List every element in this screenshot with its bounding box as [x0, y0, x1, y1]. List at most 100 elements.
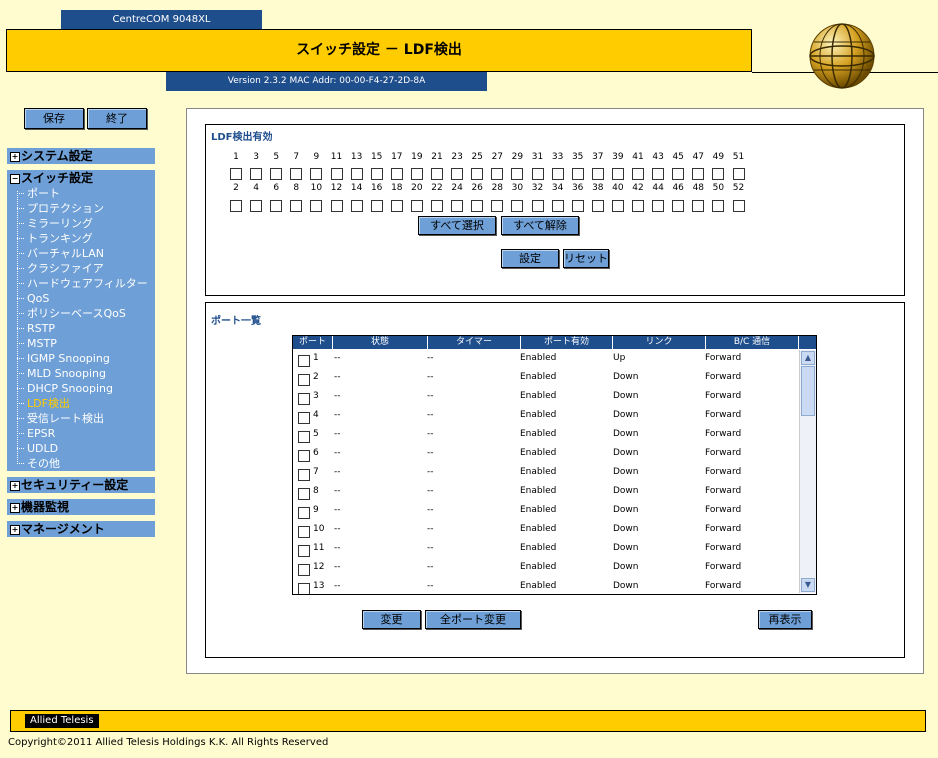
ldf-port-checkbox[interactable] [672, 168, 685, 180]
ldf-port-checkbox[interactable] [290, 168, 303, 180]
row-checkbox[interactable] [298, 564, 310, 576]
change-all-ports-button[interactable]: 全ポート変更 [425, 610, 521, 629]
ldf-port-checkbox[interactable] [491, 200, 504, 212]
ldf-port-checkbox[interactable] [451, 200, 464, 212]
ldf-port-checkbox[interactable] [230, 200, 242, 212]
ldf-port-checkbox[interactable] [732, 200, 745, 212]
ldf-port-checkbox[interactable] [692, 200, 705, 212]
table-row[interactable]: 11 -- -- Enabled Down Forward [293, 540, 798, 559]
table-row[interactable]: 4 -- -- Enabled Down Forward [293, 407, 798, 426]
ldf-port-checkbox[interactable] [611, 168, 624, 180]
ldf-port-checkbox[interactable] [551, 168, 564, 180]
exit-button[interactable]: 終了 [87, 108, 147, 129]
ldf-port-checkbox[interactable] [431, 168, 443, 180]
menu-switch-settings[interactable]: − スイッチ設定 [7, 170, 155, 186]
ldf-port-checkbox[interactable] [471, 168, 484, 180]
sidebar-item[interactable]: その他 [27, 456, 60, 471]
table-row[interactable]: 9 -- -- Enabled Down Forward [293, 502, 798, 521]
sidebar-item[interactable]: バーチャルLAN [27, 246, 104, 261]
sidebar-item[interactable]: ミラーリング [27, 216, 93, 231]
sidebar-item[interactable]: RSTP [27, 321, 55, 336]
ldf-port-checkbox[interactable] [591, 168, 604, 180]
row-checkbox[interactable] [298, 469, 310, 481]
ldf-port-checkbox[interactable] [672, 200, 685, 212]
table-row[interactable]: 7 -- -- Enabled Down Forward [293, 464, 798, 483]
ldf-port-checkbox[interactable] [330, 168, 343, 180]
ldf-port-checkbox[interactable] [410, 168, 423, 180]
clear-all-button[interactable]: すべて解除 [501, 216, 579, 235]
ldf-port-checkbox[interactable] [511, 200, 524, 212]
save-button[interactable]: 保存 [24, 108, 84, 129]
menu-security-settings[interactable]: + セキュリティー設定 [7, 477, 155, 493]
ldf-port-checkbox[interactable] [732, 168, 745, 180]
ldf-port-checkbox[interactable] [632, 200, 644, 212]
ldf-port-checkbox[interactable] [471, 200, 484, 212]
ldf-port-checkbox[interactable] [270, 200, 283, 212]
table-row[interactable]: 2 -- -- Enabled Down Forward [293, 369, 798, 388]
row-checkbox[interactable] [298, 545, 310, 557]
sidebar-item[interactable]: トランキング [27, 231, 93, 246]
ldf-port-checkbox[interactable] [551, 200, 564, 212]
row-checkbox[interactable] [298, 450, 310, 462]
ldf-port-checkbox[interactable] [270, 168, 283, 180]
ldf-port-checkbox[interactable] [652, 200, 665, 212]
ldf-port-checkbox[interactable] [571, 168, 584, 180]
row-checkbox[interactable] [298, 374, 310, 386]
select-all-button[interactable]: すべて選択 [418, 216, 496, 235]
row-checkbox[interactable] [298, 431, 310, 443]
ldf-port-checkbox[interactable] [431, 200, 443, 212]
row-checkbox[interactable] [298, 393, 310, 405]
ldf-port-checkbox[interactable] [390, 200, 403, 212]
apply-button[interactable]: 設定 [501, 249, 559, 268]
sidebar-item[interactable]: ハードウェアフィルター [27, 276, 148, 291]
ldf-port-checkbox[interactable] [712, 168, 725, 180]
reset-button[interactable]: リセット [563, 249, 609, 268]
menu-device-monitor[interactable]: + 機器監視 [7, 499, 155, 515]
ldf-port-checkbox[interactable] [531, 168, 544, 180]
refresh-button[interactable]: 再表示 [758, 610, 812, 629]
scroll-down-icon[interactable]: ▼ [801, 578, 815, 592]
ldf-port-checkbox[interactable] [390, 168, 403, 180]
table-row[interactable]: 3 -- -- Enabled Down Forward [293, 388, 798, 407]
table-scrollbar[interactable]: ▲ ▼ [799, 350, 816, 593]
ldf-port-checkbox[interactable] [451, 168, 464, 180]
ldf-port-checkbox[interactable] [611, 200, 624, 212]
ldf-port-checkbox[interactable] [511, 168, 524, 180]
ldf-port-checkbox[interactable] [370, 168, 383, 180]
sidebar-item[interactable]: QoS [27, 291, 49, 306]
ldf-port-checkbox[interactable] [632, 168, 644, 180]
sidebar-item[interactable]: MSTP [27, 336, 57, 351]
ldf-port-checkbox[interactable] [330, 200, 343, 212]
ldf-port-checkbox[interactable] [310, 200, 323, 212]
scroll-thumb[interactable] [801, 366, 815, 416]
row-checkbox[interactable] [298, 355, 310, 367]
scroll-up-icon[interactable]: ▲ [801, 351, 815, 365]
sidebar-item[interactable]: IGMP Snooping [27, 351, 110, 366]
ldf-port-checkbox[interactable] [531, 200, 544, 212]
sidebar-item[interactable]: DHCP Snooping [27, 381, 113, 396]
table-row[interactable]: 12 -- -- Enabled Down Forward [293, 559, 798, 578]
table-row[interactable]: 6 -- -- Enabled Down Forward [293, 445, 798, 464]
sidebar-item[interactable]: EPSR [27, 426, 55, 441]
sidebar-item[interactable]: ポート [27, 186, 60, 201]
row-checkbox[interactable] [298, 412, 310, 424]
ldf-port-checkbox[interactable] [491, 168, 504, 180]
row-checkbox[interactable] [298, 583, 310, 594]
ldf-port-checkbox[interactable] [652, 168, 665, 180]
sidebar-item[interactable]: ポリシーベースQoS [27, 306, 126, 321]
ldf-port-checkbox[interactable] [591, 200, 604, 212]
menu-management[interactable]: + マネージメント [7, 521, 155, 537]
ldf-port-checkbox[interactable] [692, 168, 705, 180]
table-row[interactable]: 5 -- -- Enabled Down Forward [293, 426, 798, 445]
ldf-port-checkbox[interactable] [571, 200, 584, 212]
change-button[interactable]: 変更 [362, 610, 421, 629]
ldf-port-checkbox[interactable] [250, 168, 263, 180]
ldf-port-checkbox[interactable] [350, 200, 363, 212]
sidebar-item[interactable]: クラシファイア [27, 261, 104, 276]
table-row[interactable]: 1 -- -- Enabled Up Forward [293, 350, 798, 369]
sidebar-item[interactable]: 受信レート検出 [27, 411, 104, 426]
ldf-port-checkbox[interactable] [250, 200, 263, 212]
row-checkbox[interactable] [298, 507, 310, 519]
sidebar-item[interactable]: MLD Snooping [27, 366, 106, 381]
table-row[interactable]: 10 -- -- Enabled Down Forward [293, 521, 798, 540]
